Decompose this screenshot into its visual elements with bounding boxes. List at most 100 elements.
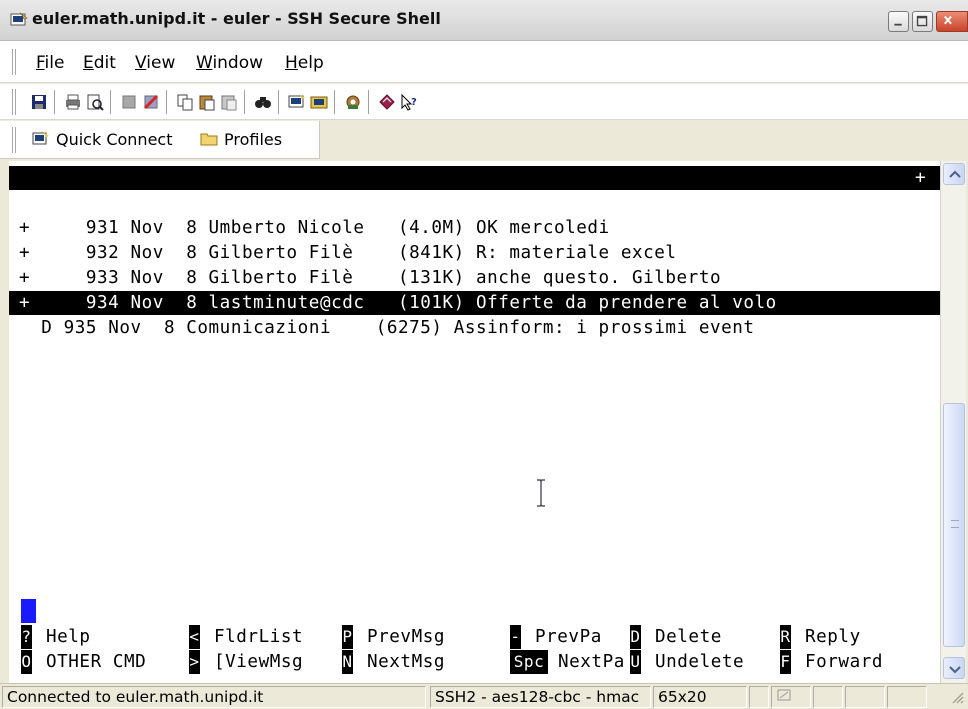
message-day: 8 — [186, 218, 198, 238]
command-key[interactable]: < — [189, 625, 200, 649]
menu-window[interactable]: Window — [196, 53, 263, 73]
toolbar-separator — [110, 90, 112, 114]
menu-bar: File Edit View Window Help — [0, 41, 968, 83]
terminal-screen[interactable]: PINE 4.58 MESSAGE INDEX Folder: BOX Mess… — [9, 161, 940, 683]
message-month: Nov — [108, 318, 142, 338]
message-row-selected[interactable]: + 934 Nov 8 lastminute@cdc (101K) Offert… — [9, 291, 940, 315]
message-row[interactable]: + 933 Nov 8 Gilberto Filè (131K) anche q… — [19, 266, 940, 290]
pine-header: PINE 4.58 MESSAGE INDEX Folder: BOX Mess… — [9, 166, 940, 212]
scroll-down-button[interactable] — [943, 657, 965, 679]
message-row[interactable]: + 931 Nov 8 Umberto Nicole (4.0M) OK mer… — [19, 216, 940, 240]
status-panel-empty — [887, 686, 927, 708]
title-bar[interactable]: euler.math.unipd.it - euler - SSH Secure… — [0, 0, 968, 41]
toolbar-separator — [368, 90, 370, 114]
find-icon[interactable] — [254, 93, 272, 111]
command-label: NextMsg — [367, 652, 445, 672]
command-key[interactable]: U — [630, 650, 641, 674]
command-menu-row-1: ? Help < FldrList P PrevMsg - PrevPa D Delete R Rep… — [21, 625, 940, 649]
message-row[interactable]: + 932 Nov 8 Gilberto Filè (841K) R: mate… — [19, 241, 940, 265]
maximize-button[interactable] — [912, 11, 933, 32]
command-key[interactable]: - — [510, 625, 521, 649]
menu-help[interactable]: Help — [285, 53, 324, 73]
message-row[interactable]: D 935 Nov 8 Comunicazioni (6275) Assinfo… — [19, 316, 940, 340]
message-status: + — [19, 293, 31, 313]
pine-screen-title: MESSAGE INDEX — [221, 192, 367, 212]
save-icon[interactable] — [30, 93, 48, 111]
menubar-grip[interactable] — [12, 49, 16, 75]
toolbar-separator — [166, 90, 168, 114]
new-terminal-icon[interactable] — [288, 93, 306, 111]
print-icon[interactable] — [64, 93, 82, 111]
toolbar-grip[interactable] — [12, 89, 16, 115]
menu-edit[interactable]: Edit — [83, 53, 116, 73]
minimize-button[interactable] — [888, 11, 909, 32]
command-key[interactable]: N — [342, 650, 353, 674]
print-preview-icon[interactable] — [86, 93, 104, 111]
command-label: OTHER CMD — [46, 652, 147, 672]
maximize-icon — [916, 15, 928, 27]
window-title: euler.math.unipd.it - euler - SSH Secure… — [32, 9, 441, 28]
message-subject: Assinform: i prossimi event — [453, 318, 755, 338]
message-size: (6275) — [375, 318, 443, 338]
menu-view[interactable]: View — [135, 53, 175, 73]
help-book-icon[interactable] — [378, 93, 396, 111]
context-help-icon[interactable]: ? — [400, 93, 418, 111]
paste-special-icon[interactable] — [220, 93, 238, 111]
disconnect-icon[interactable] — [120, 93, 138, 111]
message-status: + — [19, 268, 31, 288]
minimize-icon — [894, 23, 902, 26]
vertical-scrollbar[interactable] — [940, 161, 966, 683]
quick-connect-bar: Quick Connect Profiles — [0, 121, 320, 159]
status-bar: Connected to euler.math.unipd.it SSH2 - … — [0, 683, 968, 709]
command-key[interactable]: Spc — [510, 650, 548, 674]
command-key[interactable]: F — [780, 650, 791, 674]
message-number: 933 — [85, 268, 120, 288]
pine-message-counter: Message 934 of 935 — [522, 192, 724, 212]
message-month: Nov — [130, 218, 164, 238]
command-key[interactable]: R — [780, 625, 791, 649]
terminal-cursor — [21, 599, 36, 623]
paste-icon[interactable] — [198, 93, 216, 111]
terminal-size: 65x20 — [653, 686, 747, 708]
pine-program: PINE 4.58 — [87, 192, 189, 212]
message-number: 935 — [63, 318, 98, 338]
command-key[interactable]: O — [21, 650, 32, 674]
message-number: 931 — [85, 218, 120, 238]
command-key[interactable]: ? — [21, 625, 32, 649]
lock-status-icon — [777, 689, 791, 701]
status-panel-empty — [813, 686, 843, 708]
delete-icon[interactable] — [142, 93, 160, 111]
scroll-up-button[interactable] — [943, 163, 965, 185]
resize-grip-icon[interactable] — [950, 690, 964, 704]
message-from: Umberto Nicole — [208, 218, 365, 238]
command-key[interactable]: > — [189, 650, 200, 674]
message-day: 8 — [163, 318, 176, 338]
toolbar-empty-area — [321, 121, 968, 159]
settings-icon[interactable] — [344, 93, 362, 111]
copy-icon[interactable] — [176, 93, 194, 111]
command-label: Help — [46, 627, 91, 647]
command-label: Reply — [805, 627, 861, 647]
quick-connect-button[interactable]: Quick Connect — [32, 129, 192, 151]
close-button[interactable] — [936, 11, 968, 32]
folder-icon — [200, 133, 218, 146]
message-month: Nov — [130, 268, 164, 288]
message-day: 8 — [186, 268, 198, 288]
ssh-client-window: euler.math.unipd.it - euler - SSH Secure… — [0, 0, 968, 709]
profiles-button[interactable]: Profiles — [200, 129, 310, 151]
close-icon — [944, 15, 952, 25]
message-from: Gilberto Filè — [208, 268, 354, 288]
message-size: (101K) — [397, 293, 465, 313]
command-key[interactable]: D — [630, 625, 641, 649]
quickbar-grip[interactable] — [12, 127, 16, 153]
scroll-thumb[interactable] — [943, 403, 965, 647]
menu-file[interactable]: File — [36, 53, 64, 73]
file-transfer-icon[interactable] — [310, 93, 328, 111]
command-key[interactable]: P — [342, 625, 353, 649]
message-subject: Offerte da prendere al volo — [475, 293, 777, 313]
command-label: [ViewMsg — [214, 652, 304, 672]
cipher-status: SSH2 - aes128-cbc - hmac — [430, 686, 651, 708]
message-size: (131K) — [397, 268, 465, 288]
message-status: D — [41, 318, 53, 338]
message-size: (841K) — [397, 243, 465, 263]
